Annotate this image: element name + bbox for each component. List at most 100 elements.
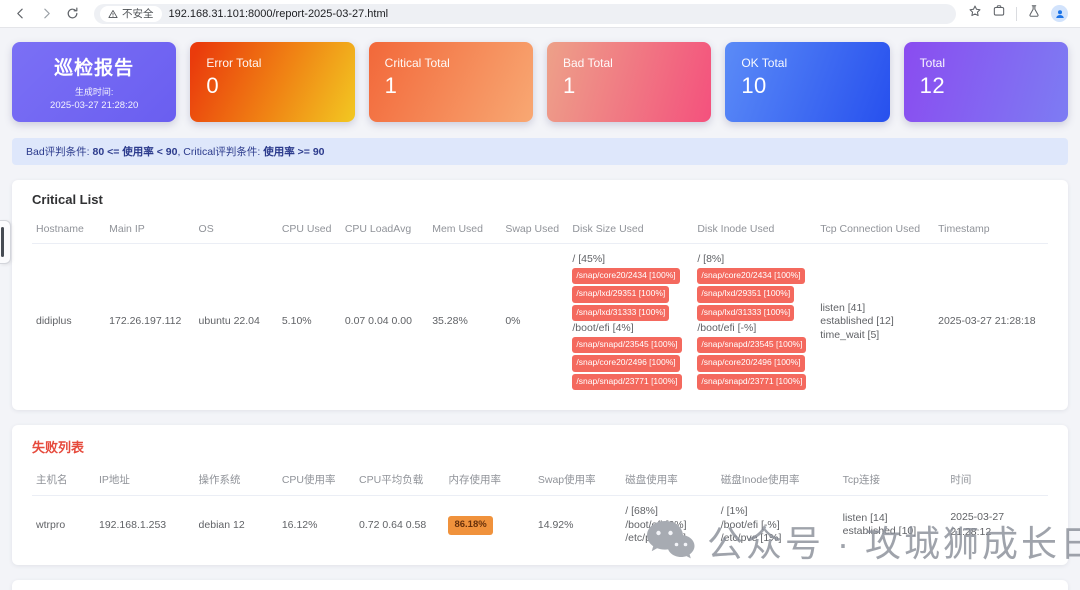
- side-panel-icon[interactable]: [992, 4, 1006, 23]
- cell-line: /snap/core20/2434 [100%]: [572, 267, 689, 286]
- table-cell: ubuntu 22.04: [195, 244, 278, 399]
- warning-triangle-icon: [108, 9, 118, 19]
- bookmark-star-icon[interactable]: [968, 4, 982, 23]
- column-header: OS: [195, 215, 278, 244]
- stat-label: Bad Total: [563, 56, 695, 70]
- critical-total-card: Critical Total 1: [369, 42, 533, 122]
- note-critical-rule: 使用率 >= 90: [263, 146, 324, 158]
- column-header: 磁盘Inode使用率: [717, 464, 839, 496]
- cell-line: established [12]: [820, 315, 930, 329]
- url-text: 192.168.31.101:8000/report-2025-03-27.ht…: [169, 8, 389, 20]
- table-cell: listen [14]established [10]: [839, 496, 947, 553]
- stat-label: Total: [920, 56, 1052, 70]
- column-header: Disk Size Used: [568, 215, 693, 244]
- column-header: 内存使用率: [444, 464, 533, 496]
- table-cell: 2025-03-27 21:28:12: [946, 496, 1048, 553]
- cell-line: /snap/core20/2496 [100%]: [572, 354, 689, 373]
- report-title: 巡检报告: [54, 53, 134, 80]
- column-header: 磁盘使用率: [621, 464, 717, 496]
- profile-avatar[interactable]: [1051, 5, 1068, 22]
- column-header: Tcp连接: [839, 464, 947, 496]
- cell-line: / [45%]: [572, 253, 689, 267]
- table-cell: 2025-03-27 21:28:18: [934, 244, 1048, 399]
- column-header: 操作系统: [195, 464, 278, 496]
- table-cell: 5.10%: [278, 244, 341, 399]
- cell-line: established [10]: [843, 525, 943, 539]
- note-prefix: Bad评判条件:: [26, 146, 93, 158]
- reload-icon[interactable]: [62, 4, 82, 24]
- stat-value: 1: [385, 73, 517, 99]
- column-header: IP地址: [95, 464, 195, 496]
- mount-badge: /snap/core20/2496 [100%]: [572, 355, 679, 372]
- mount-badge: /snap/snapd/23545 [100%]: [572, 337, 681, 354]
- report-title-card: 巡检报告 生成时间: 2025-03-27 21:28:20: [12, 42, 176, 122]
- table-cell: / [45%]/snap/core20/2434 [100%]/snap/lxd…: [568, 244, 693, 399]
- cell-line: /snap/lxd/29351 [100%]: [572, 285, 689, 304]
- column-header: 时间: [946, 464, 1048, 496]
- table-cell: 172.26.197.112: [105, 244, 194, 399]
- generated-label: 生成时间:: [75, 85, 114, 98]
- table-cell: wtrpro: [32, 496, 95, 553]
- column-header: Tcp Connection Used: [816, 215, 934, 244]
- side-pull-tab[interactable]: [0, 220, 11, 264]
- mount-badge: /snap/snapd/23545 [100%]: [697, 337, 806, 354]
- security-chip[interactable]: 不安全: [100, 6, 162, 22]
- value-badge: 86.18%: [448, 516, 492, 535]
- stat-label: Critical Total: [385, 56, 517, 70]
- summary-cards: 巡检报告 生成时间: 2025-03-27 21:28:20 Error Tot…: [12, 42, 1068, 122]
- table-cell: 0.07 0.04 0.00: [341, 244, 428, 399]
- column-header: CPU LoadAvg: [341, 215, 428, 244]
- mount-badge: /snap/core20/2496 [100%]: [697, 355, 804, 372]
- back-icon[interactable]: [10, 4, 30, 24]
- column-header: CPU平均负载: [355, 464, 444, 496]
- table-cell: / [1%]/boot/efi [-%]/etc/pve [1%]: [717, 496, 839, 553]
- table-cell: listen [41]established [12]time_wait [5]: [816, 244, 934, 399]
- cell-line: /boot/efi [-%]: [721, 519, 835, 533]
- fail-list-title: 失败列表: [32, 437, 1048, 456]
- cell-line: /etc/pve [1%]: [625, 532, 713, 546]
- column-header: Swap Used: [501, 215, 568, 244]
- table-cell: / [68%]/boot/efi [2%]/etc/pve [1%]: [621, 496, 717, 553]
- cell-line: /snap/core20/2434 [100%]: [697, 267, 812, 286]
- table-cell: 86.18%: [444, 496, 533, 553]
- table-cell: 14.92%: [534, 496, 621, 553]
- cell-line: /boot/efi [2%]: [625, 519, 713, 533]
- stat-value: 12: [920, 73, 1052, 99]
- critical-list-panel: Critical List HostnameMain IPOSCPU UsedC…: [12, 180, 1068, 410]
- cell-line: listen [41]: [820, 302, 930, 316]
- security-label: 不安全: [122, 6, 154, 21]
- stat-value: 10: [741, 73, 873, 99]
- fail-list-table: 主机名IP地址操作系统CPU使用率CPU平均负载内存使用率Swap使用率磁盘使用…: [32, 464, 1048, 553]
- cell-line: /snap/snapd/23545 [100%]: [572, 336, 689, 355]
- toolbar-divider: [1016, 7, 1017, 21]
- browser-toolbar: 不安全 192.168.31.101:8000/report-2025-03-2…: [0, 0, 1080, 28]
- cell-line: /snap/snapd/23771 [100%]: [572, 373, 689, 392]
- beaker-icon[interactable]: [1027, 4, 1041, 23]
- ok-total-card: OK Total 10: [725, 42, 889, 122]
- column-header: Main IP: [105, 215, 194, 244]
- cell-line: / [8%]: [697, 253, 812, 267]
- column-header: Disk Inode Used: [693, 215, 816, 244]
- mount-badge: /snap/lxd/31333 [100%]: [572, 305, 669, 322]
- cell-line: /snap/lxd/31333 [100%]: [697, 304, 812, 323]
- stat-label: Error Total: [206, 56, 338, 70]
- cell-line: /boot/efi [4%]: [572, 322, 689, 336]
- error-total-card: Error Total 0: [190, 42, 354, 122]
- forward-icon[interactable]: [36, 4, 56, 24]
- table-cell: 192.168.1.253: [95, 496, 195, 553]
- address-bar[interactable]: 不安全 192.168.31.101:8000/report-2025-03-2…: [94, 4, 956, 24]
- fail-list-panel: 失败列表 主机名IP地址操作系统CPU使用率CPU平均负载内存使用率Swap使用…: [12, 425, 1068, 565]
- critical-list-title: Critical List: [32, 192, 1048, 207]
- table-cell: debian 12: [195, 496, 278, 553]
- table-cell: 16.12%: [278, 496, 355, 553]
- cell-line: / [68%]: [625, 505, 713, 519]
- column-header: CPU使用率: [278, 464, 355, 496]
- mount-badge: /snap/snapd/23771 [100%]: [697, 374, 806, 391]
- generated-time: 2025-03-27 21:28:20: [50, 100, 138, 111]
- pull-tab-handle-icon: [1, 227, 4, 257]
- mount-badge: /snap/lxd/29351 [100%]: [572, 286, 669, 303]
- mount-badge: /snap/core20/2434 [100%]: [697, 268, 804, 285]
- table-cell: 0.72 0.64 0.58: [355, 496, 444, 553]
- mount-badge: /snap/snapd/23771 [100%]: [572, 374, 681, 391]
- mount-badge: /snap/lxd/31333 [100%]: [697, 305, 794, 322]
